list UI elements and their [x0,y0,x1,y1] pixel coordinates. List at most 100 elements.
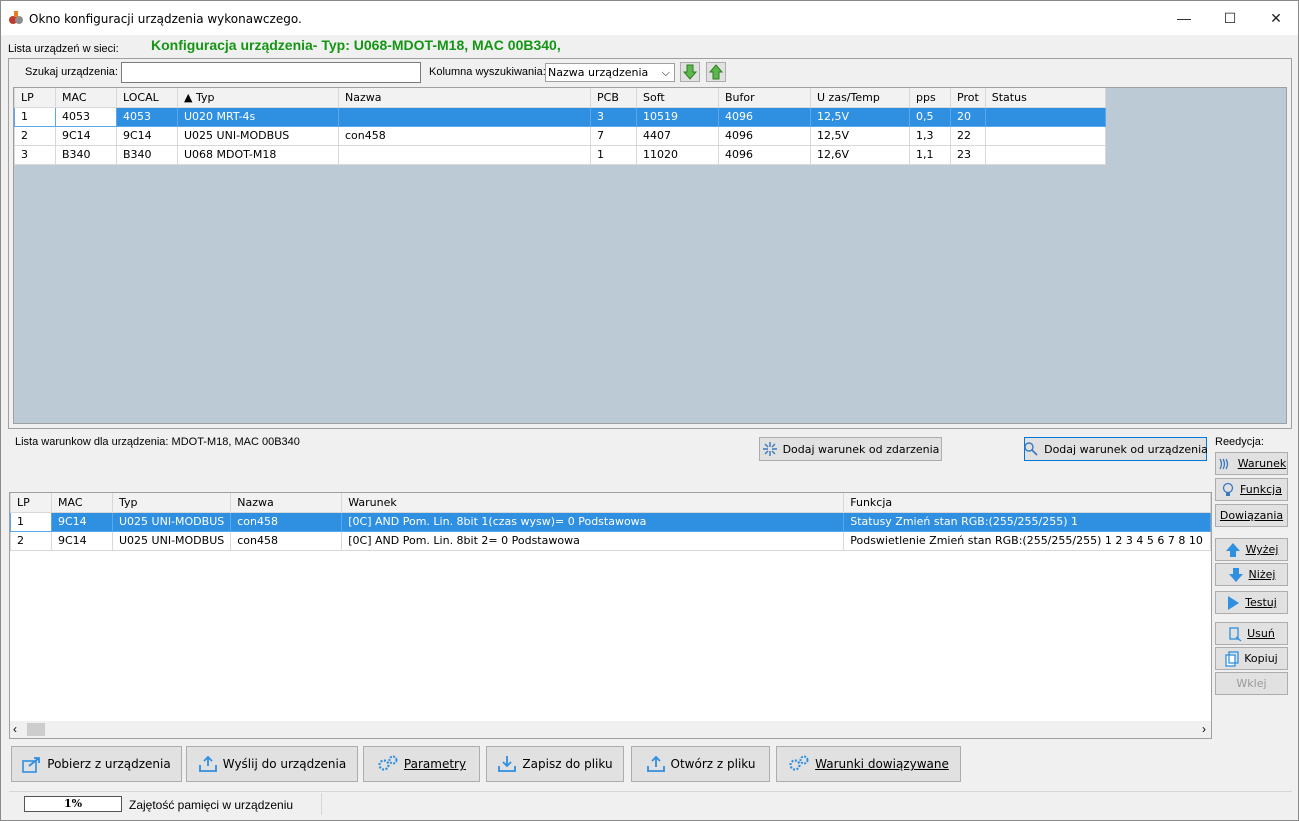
cell: [0C] AND Pom. Lin. 8bit 2= 0 Podstawowa [341,530,845,551]
table-row[interactable]: 1 4053 4053 U020 MRT-4s 3 10519 4096 12,… [14,106,1106,127]
wave-icon [1217,456,1233,472]
col-soft[interactable]: Soft [636,88,719,108]
col-mac[interactable]: MAC [51,493,113,513]
col-pps[interactable]: pps [909,88,951,108]
download-icon [497,755,517,773]
cell: 12,5V [810,125,910,146]
table-row[interactable]: 1 9C14 U025 UNI-MODBUS con458 [0C] AND P… [10,511,1211,532]
cell: 4096 [718,106,811,127]
scroll-left-icon[interactable]: ‹ [13,722,17,736]
search-column-select[interactable]: Nazwa urządzenia ⌵ [545,63,675,82]
cell: 4053 [55,106,117,127]
search-prev-button[interactable] [706,62,726,82]
cell: 11020 [636,144,719,165]
download-from-device-label: Pobierz z urządzenia [47,757,171,771]
cell: 22 [950,125,986,146]
window-title: Okno konfiguracji urządzenia wykonawczeg… [29,12,302,26]
col-uzas[interactable]: U zas/Temp [810,88,910,108]
cell: 9C14 [51,511,113,532]
cell: con458 [230,530,343,551]
move-up-button[interactable]: Wyżej [1215,538,1288,561]
bindings-button[interactable]: Dowiązania [1215,504,1288,527]
status-divider [9,791,1292,792]
cell: B340 [55,144,117,165]
scroll-right-icon[interactable]: › [1202,722,1206,736]
download-from-device-button[interactable]: Pobierz z urządzenia [11,746,182,782]
arrow-down-icon [1228,567,1244,583]
close-button[interactable]: ✕ [1253,1,1299,35]
parameters-button[interactable]: Parametry [363,746,480,782]
add-device-condition-button[interactable]: Dodaj warunek od urządzenia [1024,437,1208,461]
col-lp[interactable]: LP [14,88,56,108]
edit-condition-button[interactable]: Warunek [1215,452,1288,475]
table-row[interactable]: 2 9C14 9C14 U025 UNI-MODBUS con458 7 440… [14,125,1106,146]
col-nazwa[interactable]: Nazwa [338,88,591,108]
open-from-file-label: Otwórz z pliku [670,757,756,771]
device-grid[interactable]: LP MAC LOCAL ▲ Typ Nazwa PCB Soft Bufor … [13,87,1287,424]
cell: U025 UNI-MODBUS [111,530,232,551]
cell: 7 [590,125,637,146]
col-warunek[interactable]: Warunek [341,493,845,513]
test-label: Testuj [1245,596,1277,609]
send-to-device-button[interactable]: Wyślij do urządzenia [186,746,358,782]
col-typ[interactable]: ▲ Typ [177,88,339,108]
conditions-table-header: LP MAC Typ Nazwa Warunek Funkcja [10,493,1211,513]
cell [338,106,591,127]
linked-conditions-label: Warunki dowiązywane [815,757,949,771]
arrow-down-green-icon [681,63,699,81]
copy-button[interactable]: Kopiuj [1215,647,1288,670]
col-funkcja[interactable]: Funkcja [843,493,1211,513]
col-lp[interactable]: LP [10,493,52,513]
cell: 4096 [718,144,811,165]
cell: 3 [14,144,56,165]
cell: Podswietlenie Zmień stan RGB:(255/255/25… [843,530,1211,551]
device-table: LP MAC LOCAL ▲ Typ Nazwa PCB Soft Bufor … [14,88,1106,165]
device-list-label: Lista urządzeń w sieci: [8,43,119,55]
test-button[interactable]: Testuj [1215,591,1288,614]
search-column-value: Nazwa urządzenia [548,66,649,79]
cell: 9C14 [116,125,178,146]
gears-icon [377,755,399,773]
linked-conditions-button[interactable]: Warunki dowiązywane [776,746,961,782]
table-row[interactable]: 3 B340 B340 U068 MDOT-M18 1 11020 4096 1… [14,144,1106,165]
cell: B340 [116,144,178,165]
search-input[interactable] [121,62,421,83]
gears-icon [788,755,810,773]
table-row[interactable]: 2 9C14 U025 UNI-MODBUS con458 [0C] AND P… [10,530,1211,551]
move-down-label: Niżej [1248,568,1276,581]
col-prot[interactable]: Prot [950,88,986,108]
move-down-button[interactable]: Niżej [1215,563,1288,586]
delete-button[interactable]: Usuń [1215,622,1288,645]
scroll-thumb[interactable] [27,723,45,736]
minimize-button[interactable]: — [1161,1,1207,35]
cell: 1 [14,106,56,127]
save-to-file-label: Zapisz do pliku [522,757,613,771]
save-to-file-button[interactable]: Zapisz do pliku [486,746,624,782]
search-column-label: Kolumna wyszukiwania: [429,66,546,78]
maximize-button[interactable]: ☐ [1207,1,1253,35]
cell: 2 [14,125,56,146]
edit-function-button[interactable]: Funkcja [1215,478,1288,501]
add-event-condition-button[interactable]: Dodaj warunek od zdarzenia [759,437,942,461]
horizontal-scrollbar[interactable]: ‹ › [10,721,1211,738]
open-from-file-button[interactable]: Otwórz z pliku [631,746,770,782]
memory-progress: 1% [24,796,122,812]
cell: 20 [950,106,986,127]
col-nazwa[interactable]: Nazwa [230,493,343,513]
export-icon [22,755,42,773]
cell: 1,3 [909,125,951,146]
col-pcb[interactable]: PCB [590,88,637,108]
col-local[interactable]: LOCAL [116,88,178,108]
col-bufor[interactable]: Bufor [718,88,811,108]
col-typ[interactable]: Typ [111,493,232,513]
cell: 0,5 [909,106,951,127]
col-status[interactable]: Status [984,88,1106,108]
cell: 12,6V [810,144,910,165]
conditions-grid[interactable]: LP MAC Typ Nazwa Warunek Funkcja 1 9C14 … [9,492,1212,739]
delete-label: Usuń [1247,627,1275,640]
paste-button[interactable]: Wklej [1215,672,1288,695]
col-mac[interactable]: MAC [55,88,117,108]
search-next-button[interactable] [680,62,700,82]
cell: 2 [10,530,52,551]
cell: 9C14 [51,530,113,551]
